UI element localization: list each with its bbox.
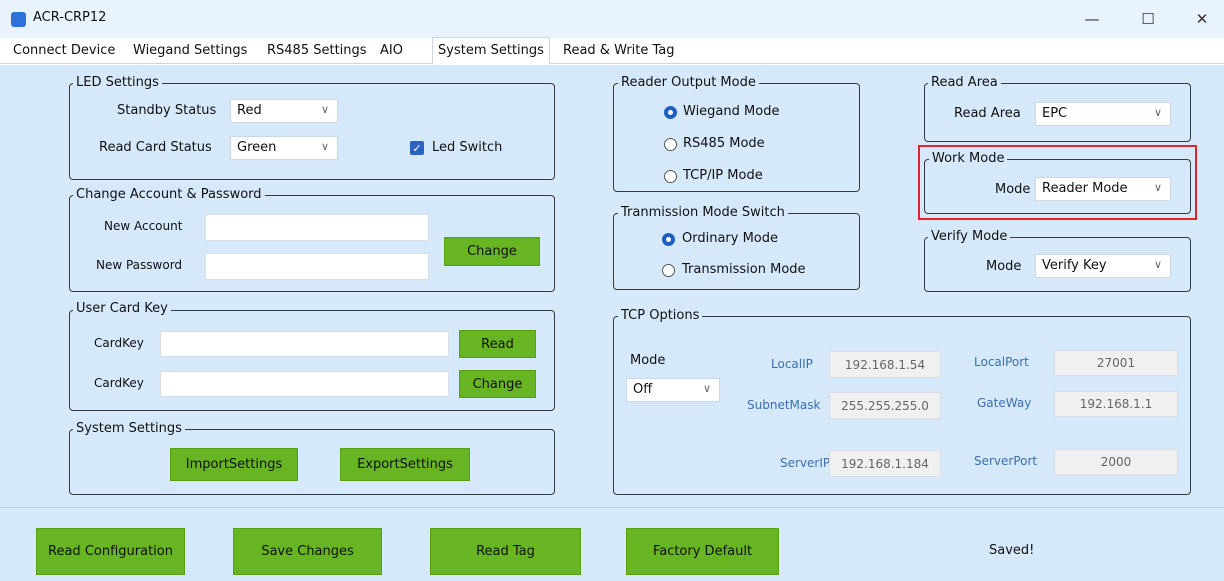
maximize-button[interactable]: ☐ [1132,6,1164,32]
wiegand-mode-radio[interactable] [664,106,677,119]
new-account-label: New Account [104,219,183,233]
led-switch-checkbox[interactable]: ✓ [410,141,424,155]
cardkey-input-2[interactable] [160,371,449,397]
wiegand-mode-label: Wiegand Mode [683,104,780,119]
read-cardkey-button[interactable]: Read [459,330,536,358]
server-ip-field[interactable]: 192.168.1.184 [829,450,941,477]
read-configuration-button[interactable]: Read Configuration [36,528,185,575]
user-card-key-title: User Card Key [73,301,171,316]
work-mode-select[interactable]: Reader Mode ∨ [1035,177,1171,201]
transmission-mode-group [613,213,860,290]
transmission-mode-label: Transmission Mode [682,262,806,277]
system-settings-title: System Settings [73,421,185,436]
standby-status-value: Red [237,103,262,118]
new-password-label: New Password [96,258,183,272]
verify-mode-label: Mode [986,259,1022,274]
minimize-button[interactable]: — [1076,6,1108,32]
tcpip-mode-label: TCP/IP Mode [683,168,763,183]
read-area-title: Read Area [928,75,1001,90]
save-changes-button[interactable]: Save Changes [233,528,382,575]
read-area-value: EPC [1042,106,1068,121]
window-title: ACR-CRP12 [33,10,107,25]
read-card-status-value: Green [237,140,277,155]
led-settings-group [69,83,555,180]
led-switch-label: Led Switch [432,140,503,155]
read-card-status-select[interactable]: Green ∨ [230,136,338,160]
local-ip-field[interactable]: 192.168.1.54 [829,351,941,378]
tcp-mode-value: Off [633,382,653,397]
tcp-mode-select[interactable]: Off ∨ [626,378,720,402]
close-button[interactable]: ✕ [1186,6,1218,32]
server-port-label: ServerPort [974,454,1038,468]
led-settings-title: LED Settings [73,75,162,90]
read-card-status-label: Read Card Status [99,140,212,155]
gateway-label: GateWay [977,396,1032,410]
cardkey-label-1: CardKey [94,336,144,350]
tab-connect-device[interactable]: Connect Device [8,40,120,64]
chevron-down-icon: ∨ [1153,181,1162,194]
server-ip-label: ServerIP [780,456,831,470]
tab-rs485-settings[interactable]: RS485 Settings [262,40,372,64]
transmission-mode-title: Tranmission Mode Switch [618,205,788,220]
tab-wiegand-settings[interactable]: Wiegand Settings [128,40,252,64]
gateway-field[interactable]: 192.168.1.1 [1054,391,1178,417]
app-icon [11,12,26,27]
work-mode-value: Reader Mode [1042,181,1128,196]
chevron-down-icon: ∨ [320,103,329,116]
work-mode-title: Work Mode [929,151,1008,166]
cardkey-input-1[interactable] [160,331,449,357]
read-area-label: Read Area [954,106,1021,121]
cardkey-label-2: CardKey [94,376,144,390]
local-port-field[interactable]: 27001 [1054,350,1178,376]
subnet-mask-field[interactable]: 255.255.255.0 [829,392,941,419]
new-account-input[interactable] [205,214,429,241]
import-settings-button[interactable]: ImportSettings [170,448,298,481]
title-bar [0,0,1224,38]
chevron-down-icon: ∨ [1153,258,1162,271]
change-cardkey-button[interactable]: Change [459,370,536,398]
read-area-select[interactable]: EPC ∨ [1035,102,1171,126]
tcp-mode-label: Mode [630,353,666,368]
server-port-field[interactable]: 2000 [1054,449,1178,475]
system-settings-group [69,429,555,495]
verify-mode-value: Verify Key [1042,258,1107,273]
status-text: Saved! [989,543,1035,558]
tab-aio[interactable]: AIO [375,40,408,64]
standby-status-label: Standby Status [117,103,217,118]
transmission-mode-radio[interactable] [662,264,675,277]
ordinary-mode-radio[interactable] [662,233,675,246]
local-ip-label: LocalIP [771,357,813,371]
standby-status-select[interactable]: Red ∨ [230,99,338,123]
ordinary-mode-label: Ordinary Mode [682,231,779,246]
local-port-label: LocalPort [974,355,1029,369]
chevron-down-icon: ∨ [320,140,329,153]
verify-mode-select[interactable]: Verify Key ∨ [1035,254,1171,278]
verify-mode-title: Verify Mode [928,229,1011,244]
tab-read-write-tag[interactable]: Read & Write Tag [558,40,680,64]
chevron-down-icon: ∨ [702,382,711,395]
export-settings-button[interactable]: ExportSettings [340,448,470,481]
reader-output-mode-title: Reader Output Mode [618,75,759,90]
subnet-mask-label: SubnetMask [747,398,821,412]
read-tag-button[interactable]: Read Tag [430,528,581,575]
factory-default-button[interactable]: Factory Default [626,528,779,575]
new-password-input[interactable] [205,253,429,280]
change-account-button[interactable]: Change [444,237,540,266]
work-mode-label: Mode [995,182,1031,197]
chevron-down-icon: ∨ [1153,106,1162,119]
tab-system-settings[interactable]: System Settings [432,37,550,65]
account-password-title: Change Account & Password [73,187,265,202]
rs485-mode-radio[interactable] [664,138,677,151]
tcpip-mode-radio[interactable] [664,170,677,183]
tcp-options-title: TCP Options [618,308,703,323]
rs485-mode-label: RS485 Mode [683,136,765,151]
